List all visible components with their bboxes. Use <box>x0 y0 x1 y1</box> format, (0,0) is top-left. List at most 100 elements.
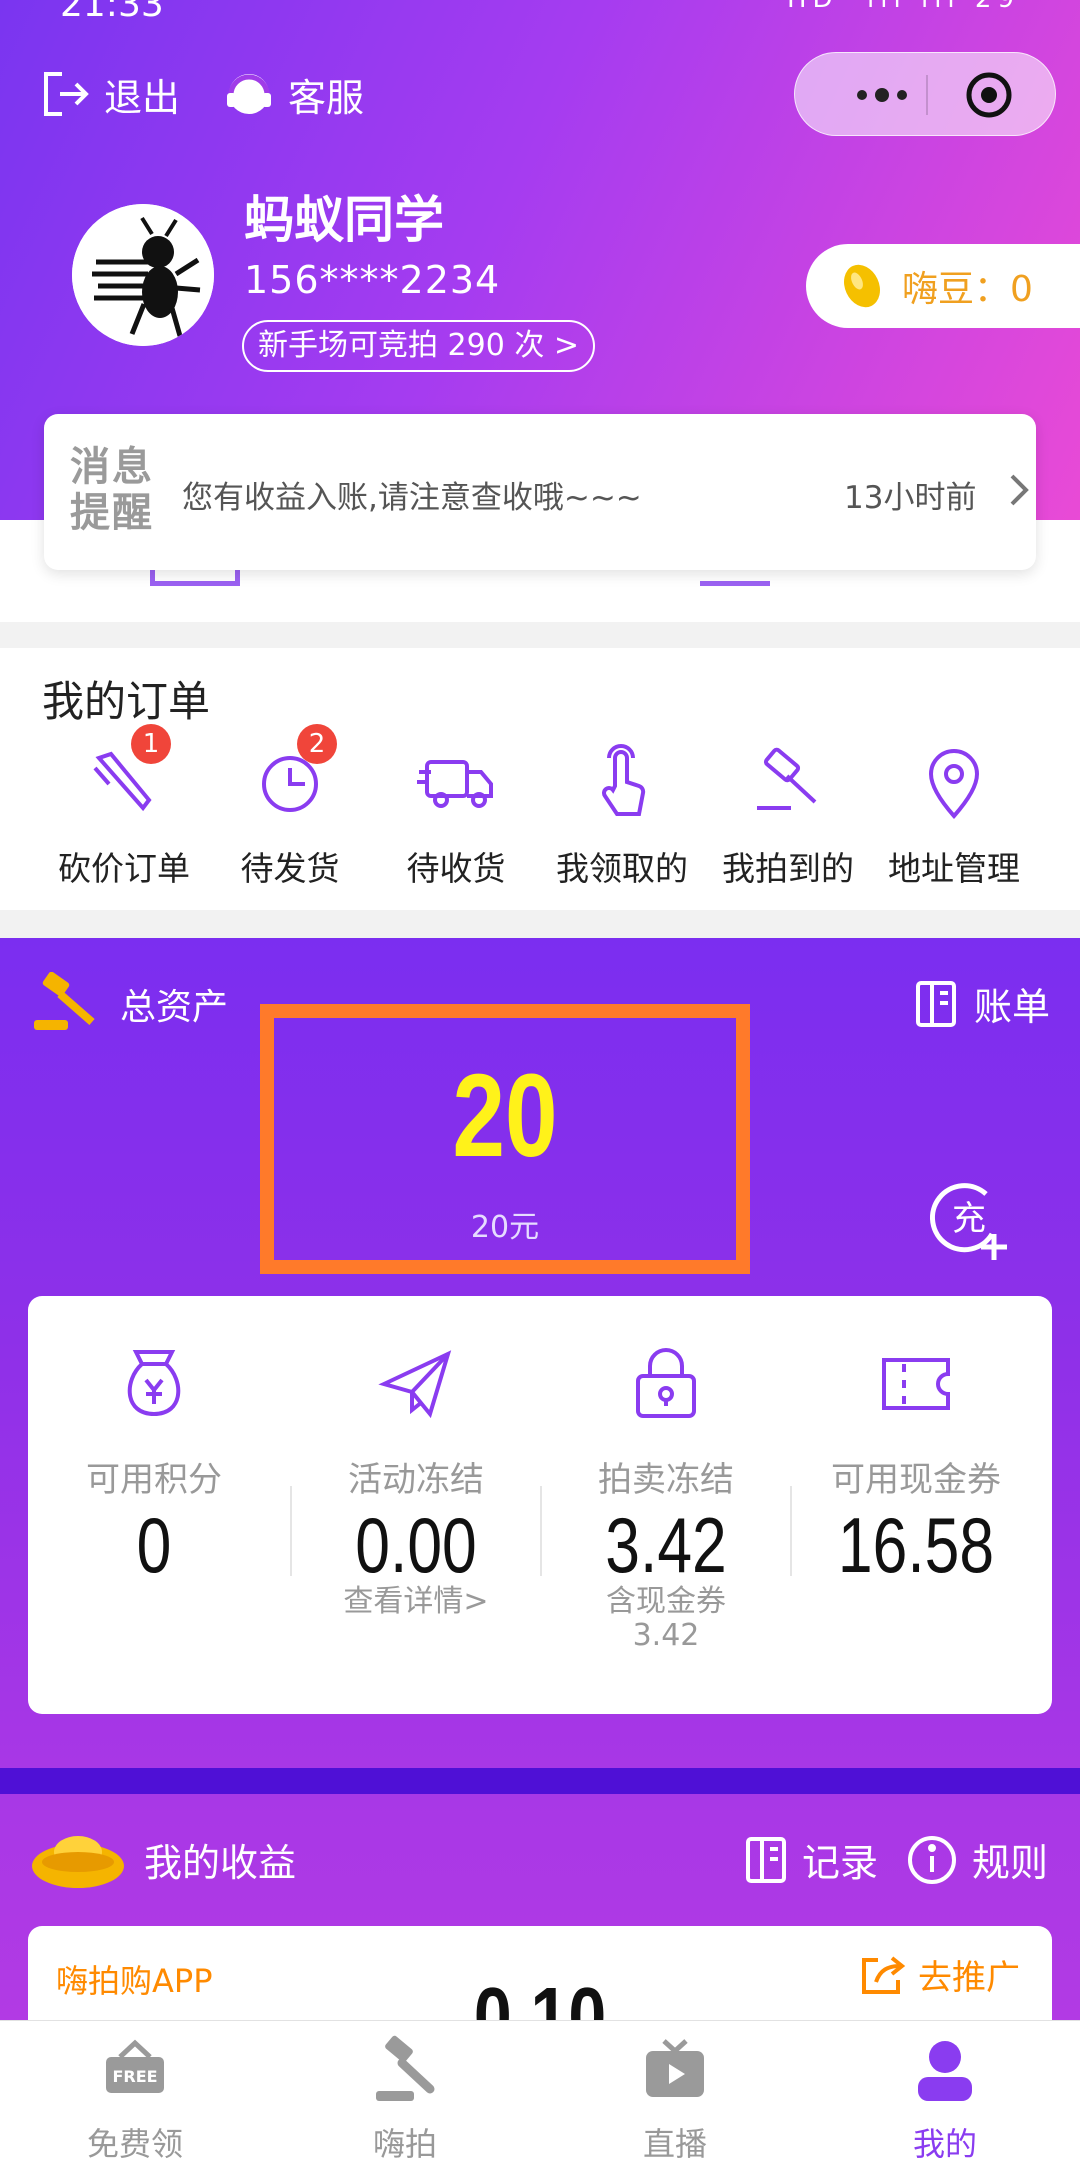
status-indicators: HD ·ıll ıll 29 <box>787 0 1020 14</box>
paper-plane-icon <box>378 1350 452 1419</box>
order-badge: 2 <box>297 724 337 764</box>
assets-title: 总资产 <box>30 972 228 1036</box>
income-title-label: 我的收益 <box>144 1840 297 1885</box>
hand-tap-icon <box>602 744 646 816</box>
bill-icon <box>916 980 956 1027</box>
asset-points[interactable]: 可用积分 0 <box>28 1296 280 1714</box>
tab-mine[interactable]: 我的 <box>845 2035 1045 2165</box>
notice-tag: 消息提醒 <box>70 444 154 536</box>
total-assets-yuan: 20元 <box>470 1210 540 1245</box>
gavel-gold-icon <box>34 972 95 1030</box>
more-dot-icon <box>857 90 867 100</box>
status-bar: 21:33 HD ·ıll ıll 29 <box>0 0 1080 28</box>
asset-value: 0.00 <box>355 1501 477 1589</box>
asset-label: 活动冻结 <box>348 1460 484 1500</box>
chevron-right-icon <box>1010 474 1029 506</box>
asset-label: 拍卖冻结 <box>598 1460 734 1500</box>
tab-label: 我的 <box>912 2125 977 2163</box>
notice-card[interactable]: 消息提醒 您有收益入账,请注意查收哦~~~ 13小时前 <box>44 414 1036 570</box>
bill-label: 账单 <box>974 985 1051 1029</box>
orders-section: 我的订单 1 砍价订单 2 待发货 待收货 我领取的 我拍到的 地址管理 <box>0 648 1080 910</box>
tab-label: 嗨拍 <box>372 2125 437 2163</box>
share-icon <box>862 1955 906 1994</box>
asset-activity-frozen[interactable]: 活动冻结 0.00 查看详情> <box>290 1296 542 1714</box>
free-box-icon: FREE <box>106 2039 164 2093</box>
info-icon <box>908 1835 956 1884</box>
gavel-icon <box>757 747 817 810</box>
order-item-claimed[interactable]: 我领取的 <box>542 738 702 890</box>
income-rules-button[interactable]: 规则 <box>906 1832 1048 1887</box>
order-item-bargain[interactable]: 1 砍价订单 <box>44 724 204 890</box>
record-icon <box>746 1836 786 1883</box>
phone-number: 156****2234 <box>244 258 501 302</box>
money-bag-icon <box>127 1350 181 1417</box>
income-record-button[interactable]: 记录 <box>744 1832 878 1887</box>
recharge-button[interactable]: 充 <box>924 1174 1014 1264</box>
service-label: 客服 <box>288 75 365 120</box>
location-pin-icon <box>928 749 980 820</box>
record-label: 记录 <box>802 1841 879 1885</box>
rule-label: 规则 <box>972 1841 1049 1885</box>
section-divider <box>0 1768 1080 1794</box>
promote-label: 去推广 <box>918 1958 1020 1998</box>
lock-icon <box>636 1348 696 1418</box>
recharge-label: 充 <box>952 1199 986 1239</box>
assets-card: 可用积分 0 活动冻结 0.00 查看详情> 拍卖冻结 3.42 含现金券 3.… <box>28 1296 1052 1714</box>
order-item-pending-ship[interactable]: 2 待发货 <box>210 724 370 890</box>
order-item-label: 我拍到的 <box>722 849 854 888</box>
asset-label: 可用积分 <box>86 1460 222 1500</box>
bottom-tab-bar: FREE 免费领 嗨拍 直播 我的 <box>0 2020 1080 2167</box>
asset-value: 16.58 <box>837 1501 995 1589</box>
svg-text:FREE: FREE <box>112 2067 157 2086</box>
avatar[interactable] <box>72 204 214 346</box>
gold-ingot-icon <box>32 1836 124 1888</box>
truck-icon <box>417 760 493 808</box>
asset-auction-frozen[interactable]: 拍卖冻结 3.42 含现金券 3.42 <box>540 1296 792 1714</box>
total-assets-value: 20 <box>452 1050 558 1182</box>
bill-button[interactable]: 账单 <box>914 976 1050 1031</box>
tab-label: 免费领 <box>86 2125 183 2163</box>
close-miniapp-icon[interactable] <box>965 71 1013 119</box>
ant-avatar-icon <box>72 204 214 346</box>
newbie-auction-badge[interactable]: 新手场可竞拍 290 次 > <box>242 320 596 372</box>
status-time: 21:33 <box>60 0 164 25</box>
logout-button[interactable]: 退出 <box>40 62 180 126</box>
order-item-pending-receive[interactable]: 待收货 <box>376 738 536 890</box>
more-menu-button[interactable] <box>835 77 929 113</box>
tab-live[interactable]: 直播 <box>575 2035 775 2165</box>
headset-icon <box>227 74 271 114</box>
order-item-won[interactable]: 我拍到的 <box>708 738 868 890</box>
order-item-label: 砍价订单 <box>58 849 190 888</box>
order-item-label: 待收货 <box>406 849 506 888</box>
customer-service-button[interactable]: 客服 <box>222 62 364 126</box>
notice-message: 您有收益入账,请注意查收哦~~~ <box>182 480 642 516</box>
username: 蚂蚁同学 <box>244 191 444 249</box>
order-item-label: 待发货 <box>240 849 340 888</box>
assets-title-label: 总资产 <box>120 987 229 1028</box>
tv-icon <box>646 2039 704 2097</box>
logout-label: 退出 <box>104 75 181 120</box>
ticket-icon <box>882 1358 950 1410</box>
order-item-label: 地址管理 <box>888 849 1020 888</box>
asset-cash-voucher[interactable]: 可用现金券 16.58 <box>790 1296 1042 1714</box>
promote-button[interactable]: 去推广 <box>858 1950 1020 1999</box>
asset-value: 3.42 <box>605 1501 727 1589</box>
income-title: 我的收益 <box>28 1826 296 1892</box>
user-icon <box>918 2041 972 2101</box>
orders-title: 我的订单 <box>42 677 211 726</box>
more-dot-icon <box>897 90 907 100</box>
miniapp-capsule <box>794 52 1056 136</box>
order-item-address[interactable]: 地址管理 <box>874 738 1034 890</box>
logout-icon <box>44 72 89 116</box>
assets-section: 总资产 账单 20 20元 充 可用积分 0 活动冻结 0.00 查看详情> 拍… <box>0 938 1080 1768</box>
order-badge: 1 <box>131 724 171 764</box>
tab-auction[interactable]: 嗨拍 <box>305 2035 505 2165</box>
tab-free[interactable]: FREE 免费领 <box>35 2035 235 2165</box>
asset-sub-value: 3.42 <box>632 1618 700 1653</box>
capsule-divider <box>926 75 928 115</box>
order-item-label: 我领取的 <box>556 849 688 888</box>
view-details-link[interactable]: 查看详情> <box>290 1585 542 1619</box>
asset-label: 可用现金券 <box>831 1460 1001 1500</box>
beans-balance-button[interactable]: 嗨豆：0 <box>806 244 1080 328</box>
tab-label: 直播 <box>642 2125 707 2163</box>
